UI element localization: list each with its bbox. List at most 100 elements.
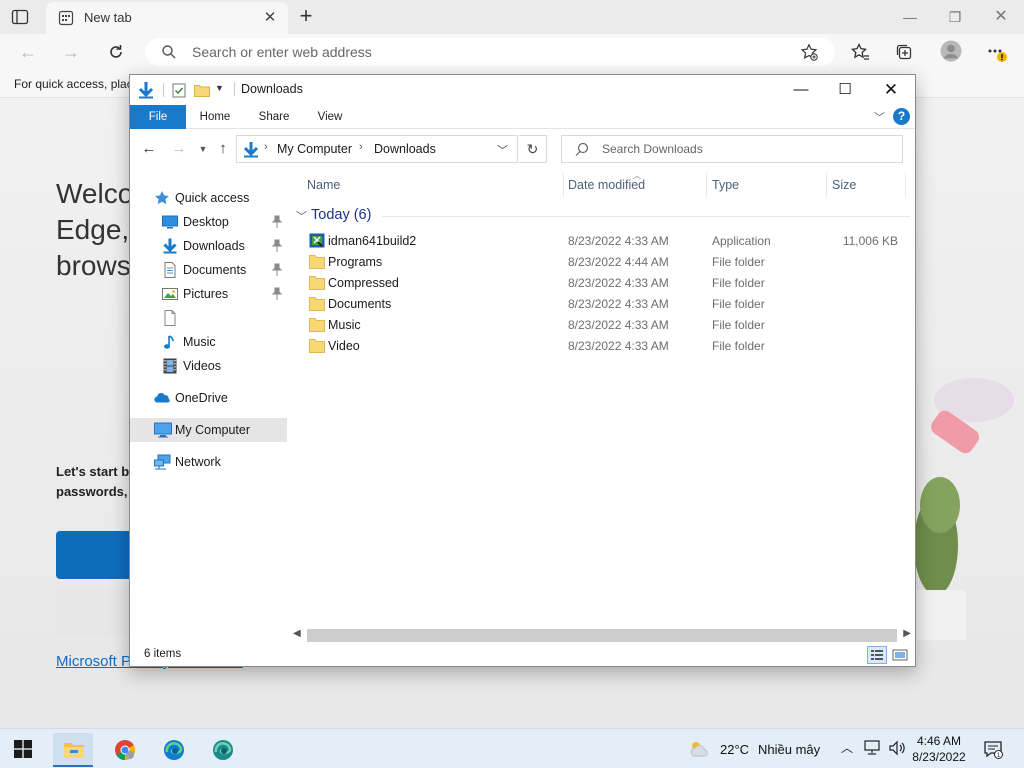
sidebar-item-downloads[interactable]: Downloads [130, 235, 287, 257]
sidebar-item-music[interactable]: Music [130, 331, 287, 353]
recent-locations-chevron-icon[interactable]: ▼ [194, 140, 212, 158]
breadcrumb-chevron-icon[interactable]: › [264, 141, 268, 153]
explorer-minimize-button[interactable]: — [789, 79, 813, 101]
horizontal-scrollbar[interactable]: ◀ ▶ [291, 627, 913, 644]
column-divider[interactable] [563, 173, 564, 197]
sidebar-item-onedrive[interactable]: OneDrive [130, 387, 287, 409]
file-row[interactable]: Video 8/23/2022 4:33 AM File folder [293, 335, 911, 356]
windows-start-icon[interactable] [14, 740, 32, 758]
sidebar-item-label: Quick access [175, 191, 250, 205]
breadcrumb-chevron-icon[interactable]: › [359, 141, 363, 153]
explorer-title-bar[interactable]: ▼ Downloads — ☐ ✕ [130, 75, 915, 105]
help-icon[interactable]: ? [893, 108, 910, 125]
properties-icon[interactable] [172, 82, 186, 98]
browser-restore-button[interactable]: ❐ [943, 6, 967, 28]
file-date: 8/23/2022 4:33 AM [568, 318, 669, 332]
up-one-level-button[interactable]: ↑ [214, 140, 232, 158]
scrollbar-thumb[interactable] [307, 629, 897, 642]
expand-ribbon-chevron-icon[interactable]: ﹀ [874, 109, 885, 125]
ribbon-tab-home[interactable]: Home [192, 105, 238, 129]
taskbar-file-explorer[interactable] [53, 733, 93, 767]
sidebar-item-network[interactable]: Network [130, 451, 287, 473]
sidebar-item-label: My Computer [175, 423, 251, 437]
taskbar-chrome[interactable] [104, 733, 144, 767]
group-divider-line [382, 216, 910, 217]
file-row[interactable]: Music 8/23/2022 4:33 AM File folder [293, 314, 911, 335]
column-header-type[interactable]: Type [712, 178, 739, 192]
refresh-button[interactable] [104, 40, 128, 64]
ribbon-tab-share[interactable]: Share [254, 105, 294, 129]
address-input[interactable] [192, 42, 752, 62]
address-history-chevron-icon[interactable]: ﹀ [497, 142, 508, 158]
explorer-refresh-button[interactable]: ↻ [519, 135, 547, 163]
sidebar-item-pictures[interactable]: Pictures [130, 283, 287, 305]
file-type: File folder [712, 339, 765, 353]
new-tab-button[interactable]: + [294, 5, 318, 29]
ribbon-tab-view[interactable]: View [311, 105, 349, 129]
weather-partly-cloudy-icon[interactable] [688, 739, 710, 759]
large-icons-view-icon[interactable] [891, 647, 909, 663]
sidebar-item-blank-file[interactable] [130, 307, 287, 329]
breadcrumb-downloads[interactable]: Downloads [374, 142, 436, 156]
group-header-today[interactable]: ﹀ Today (6) [296, 206, 910, 226]
file-row[interactable]: Documents 8/23/2022 4:33 AM File folder [293, 293, 911, 314]
taskbar-edge[interactable] [153, 733, 193, 767]
explorer-maximize-button[interactable]: ☐ [833, 79, 857, 101]
explorer-search-input[interactable] [602, 141, 892, 157]
scroll-left-arrow-icon[interactable]: ◀ [293, 628, 301, 639]
file-row[interactable]: Compressed 8/23/2022 4:33 AM File folder [293, 272, 911, 293]
explorer-back-button[interactable]: ← [140, 140, 158, 158]
column-divider[interactable] [905, 173, 906, 197]
file-row[interactable]: idman641build2 8/23/2022 4:33 AM Applica… [293, 230, 911, 251]
explorer-forward-button[interactable]: → [170, 140, 188, 158]
back-button[interactable]: ← [16, 40, 40, 64]
sidebar-item-quick-access[interactable]: Quick access [130, 187, 287, 209]
address-bar[interactable] [145, 38, 835, 66]
sidebar-item-label: Music [183, 335, 216, 349]
sidebar-item-my-computer[interactable]: My Computer [130, 418, 287, 442]
column-header-date-modified[interactable]: Date modified [568, 178, 645, 192]
details-view-icon[interactable] [867, 646, 887, 664]
browser-minimize-button[interactable]: — [898, 6, 922, 28]
column-header-size[interactable]: Size [832, 178, 856, 192]
column-header-name[interactable]: Name [307, 178, 340, 192]
network-status-icon[interactable] [863, 740, 881, 756]
weather-temperature[interactable]: 22°C [720, 742, 749, 757]
new-folder-icon[interactable] [194, 83, 210, 97]
explorer-close-button[interactable]: ✕ [879, 79, 903, 101]
profile-avatar-icon[interactable] [940, 40, 962, 62]
secondary-action-button[interactable] [56, 588, 136, 636]
volume-icon[interactable] [888, 740, 906, 756]
file-name: Music [328, 318, 361, 332]
file-row[interactable]: Programs 8/23/2022 4:44 AM File folder [293, 251, 911, 272]
primary-action-button[interactable] [56, 531, 136, 579]
close-tab-icon[interactable]: ✕ [260, 8, 280, 28]
collections-icon[interactable] [894, 42, 914, 62]
blank-file-icon [162, 310, 178, 326]
address-breadcrumb[interactable]: › My Computer › Downloads ﹀ [236, 135, 518, 163]
taskbar-edge-beta[interactable] [202, 733, 242, 767]
customize-quick-access-icon[interactable]: ▼ [215, 83, 224, 93]
ribbon-tab-file[interactable]: File [130, 105, 186, 129]
forward-button[interactable]: → [59, 40, 83, 64]
tab-actions-icon[interactable] [10, 7, 30, 27]
network-icon [154, 454, 171, 470]
sidebar-item-desktop[interactable]: Desktop [130, 211, 287, 233]
system-clock[interactable]: 4:46 AM 8/23/2022 [912, 733, 966, 765]
scroll-right-arrow-icon[interactable]: ▶ [903, 628, 911, 639]
show-hidden-icons-chevron-icon[interactable]: ︿ [840, 739, 854, 757]
sidebar-item-documents[interactable]: Documents [130, 259, 287, 281]
weather-condition[interactable]: Nhiều mây [758, 742, 820, 757]
sidebar-item-videos[interactable]: Videos [130, 355, 287, 377]
favorites-icon[interactable] [850, 42, 870, 62]
column-divider[interactable] [706, 173, 707, 197]
browser-tab-new-tab[interactable]: New tab ✕ [46, 2, 288, 34]
collapse-group-chevron-icon[interactable]: ﹀ [296, 208, 307, 224]
notification-center-icon[interactable]: 1 [983, 739, 1003, 759]
column-divider[interactable] [826, 173, 827, 197]
explorer-search-box[interactable] [561, 135, 903, 163]
browser-close-button[interactable]: ✕ [989, 6, 1013, 28]
breadcrumb-my-computer[interactable]: My Computer [277, 142, 352, 156]
settings-more-icon[interactable] [986, 42, 1007, 62]
add-favorite-icon[interactable] [800, 43, 818, 61]
